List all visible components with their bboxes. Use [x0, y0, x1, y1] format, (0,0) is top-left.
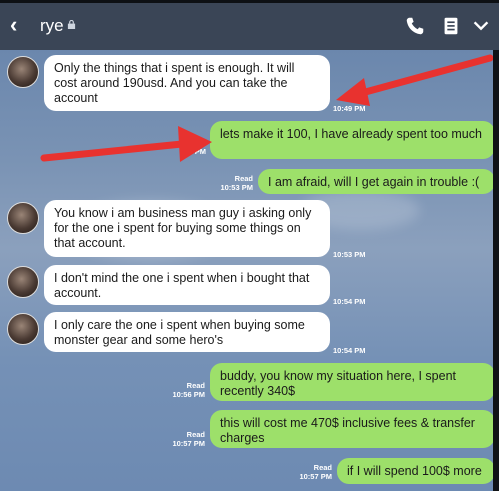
message-time: 10:56 PM — [172, 390, 205, 399]
lock-icon — [67, 20, 76, 29]
message-time: 10:54 PM — [333, 346, 366, 355]
annotation-arrow — [336, 54, 494, 106]
contact-avatar[interactable] — [7, 56, 39, 88]
message-time: 10:53 PM — [333, 250, 366, 259]
outgoing-message[interactable]: if I will spend 100$ more — [337, 458, 495, 484]
chevron-down-icon[interactable] — [470, 15, 492, 37]
chat-header: ‹ rye — [0, 0, 499, 50]
incoming-message[interactable]: I only care the one i spent when buying … — [44, 312, 330, 352]
incoming-message[interactable]: I don't mind the one i spent when i boug… — [44, 265, 330, 305]
outgoing-message[interactable]: buddy, you know my situation here, I spe… — [210, 363, 495, 401]
incoming-message[interactable]: Only the things that i spent is enough. … — [44, 55, 330, 111]
message-time: 10:57 PM — [172, 439, 205, 448]
message-time: 10:54 PM — [333, 297, 366, 306]
message-time: 10:57 PM — [299, 472, 332, 481]
outgoing-message[interactable]: this will cost me 470$ inclusive fees & … — [210, 410, 495, 448]
read-receipt: Read — [186, 381, 205, 390]
read-receipt: Read — [234, 174, 253, 183]
contact-avatar[interactable] — [7, 266, 39, 298]
read-receipt: Read — [313, 463, 332, 472]
contact-avatar[interactable] — [7, 202, 39, 234]
outgoing-message[interactable]: I am afraid, will I get again in trouble… — [258, 169, 495, 194]
scrollbar[interactable] — [493, 50, 499, 491]
outgoing-message[interactable]: lets make it 100, I have already spent t… — [210, 121, 495, 159]
message-time: 10:53 PM — [220, 183, 253, 192]
notes-icon[interactable] — [440, 15, 462, 37]
message-list[interactable]: Only the things that i spent is enough. … — [0, 50, 499, 491]
read-receipt: Read — [186, 430, 205, 439]
chevron-left-icon[interactable]: ‹ — [10, 14, 17, 36]
contact-name[interactable]: rye — [40, 16, 64, 36]
contact-avatar[interactable] — [7, 313, 39, 345]
incoming-message[interactable]: You know i am business man guy i asking … — [44, 200, 330, 257]
message-time: PM — [194, 147, 206, 156]
message-time: 10:49 PM — [333, 104, 366, 113]
read-receipt: Read — [187, 138, 206, 147]
phone-icon[interactable] — [404, 15, 426, 37]
